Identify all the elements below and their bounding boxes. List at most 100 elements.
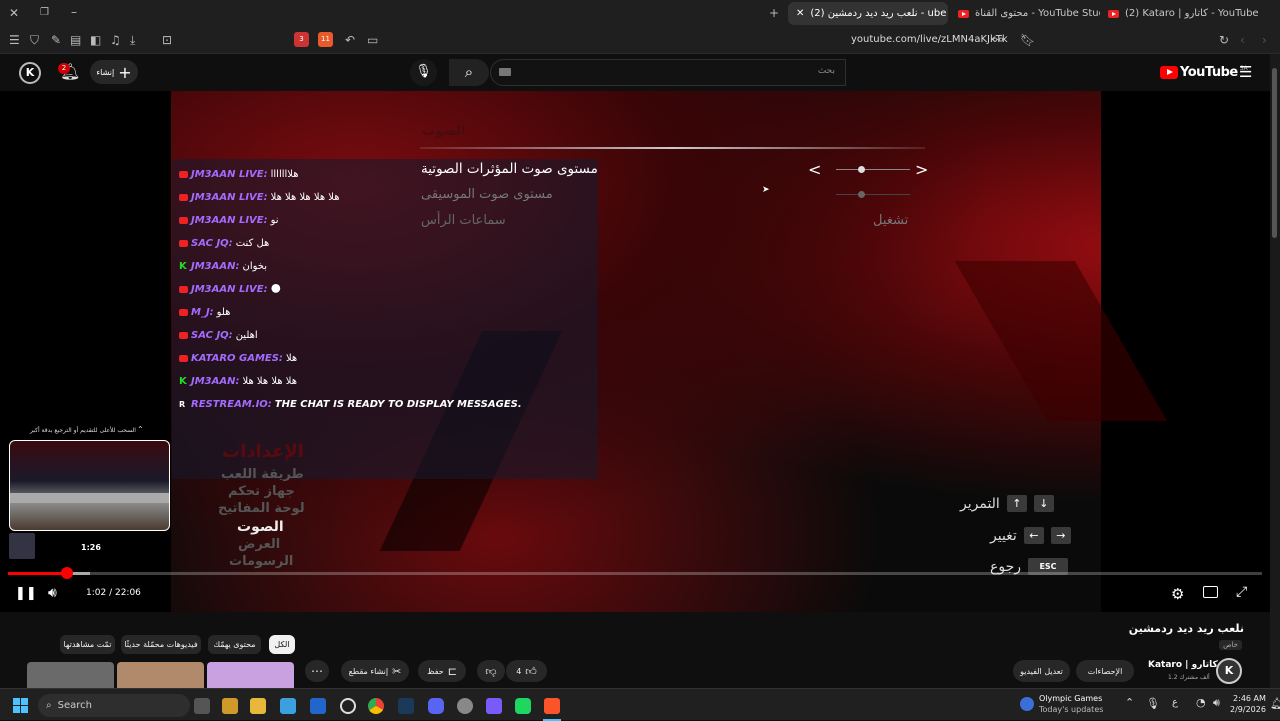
app-icon[interactable] [457, 698, 473, 714]
screenshot-icon[interactable]: ⊡ [162, 33, 172, 47]
shield-icon[interactable]: ⛉ [30, 33, 39, 47]
chat-text: هلا هلا هلا هلا هلا [270, 192, 340, 203]
chip-all[interactable]: الكل [269, 635, 295, 654]
hamburger-menu-icon[interactable]: ☰ [1239, 63, 1252, 81]
steam-icon[interactable] [398, 698, 414, 714]
chrome-icon[interactable] [368, 698, 384, 714]
key-up-icon: ↑ [1006, 495, 1027, 512]
dislike-button[interactable]: 👎︎ [477, 660, 505, 682]
key-left-icon: ← [1023, 527, 1044, 544]
analytics-button[interactable]: الإحصاءات [1076, 660, 1134, 682]
file-explorer-icon[interactable] [222, 698, 238, 714]
tab-youtube-studio[interactable]: محتوى القناة - YouTube Studio [950, 2, 1100, 25]
brave-browser-icon[interactable] [544, 698, 560, 714]
more-actions-button[interactable]: ⋯ [305, 660, 329, 682]
related-video-thumbnail[interactable] [117, 662, 204, 688]
youtube-logo[interactable]: YouTube SA [1160, 65, 1248, 80]
tray-chevron-up-icon[interactable]: ⌃ [1125, 696, 1134, 709]
brave-shield-badge[interactable]: 11 [318, 32, 333, 47]
clock-date: 2/9/2026 [1230, 705, 1266, 714]
taskbar-search-box[interactable]: ⌕ Search [38, 694, 190, 717]
chevron-up-icon: ⌃ [137, 425, 144, 434]
chat-text: THE CHAT IS READY TO DISPLAY MESSAGES. [274, 399, 522, 410]
close-window-icon[interactable]: ✕ [9, 6, 19, 20]
tab-youtube-channel[interactable]: (2) Kataro | كاتارو - YouTube [1100, 2, 1270, 25]
volume-icon[interactable]: 🔊︎ [48, 585, 57, 601]
chip-watched[interactable]: تمّت مشاهدتها [60, 635, 115, 654]
search-box[interactable]: بحث [490, 59, 846, 86]
clip-button[interactable]: إنشاء مقطع ✂ [341, 660, 409, 682]
tab-current-video[interactable]: ✕ (2) نلعب ريد ديد ردمشين - ube [788, 2, 948, 25]
theater-mode-icon[interactable] [1203, 586, 1218, 598]
task-view-icon[interactable] [194, 698, 210, 714]
wifi-icon[interactable]: ◔ [1196, 696, 1206, 709]
app-green-icon[interactable] [515, 698, 531, 714]
url-text[interactable]: youtube.com/live/zLMN4aKJkTk [851, 34, 1008, 45]
progress-bar[interactable] [8, 567, 1262, 579]
headphones-option: سماعات الرأس [421, 213, 506, 228]
news-widget[interactable]: Olympic Games Today's updates [1020, 693, 1103, 715]
bookmark-icon[interactable]: 🔖︎ [1020, 33, 1035, 47]
channel-avatar[interactable]: K [1216, 658, 1242, 684]
create-button[interactable]: إنشاء + [90, 60, 138, 84]
back-icon[interactable]: ‹ [1240, 33, 1245, 47]
fullscreen-icon[interactable]: ⤢ [1236, 584, 1247, 600]
thumbs-up-icon: 👍︎ [525, 664, 537, 678]
music-volume-slider [836, 194, 910, 195]
discord-icon[interactable] [428, 698, 444, 714]
scrubber-knob[interactable] [60, 567, 73, 579]
restore-window-icon[interactable]: ❐ [40, 6, 49, 20]
news-subtitle: Today's updates [1039, 705, 1104, 714]
related-video-thumbnail[interactable] [27, 662, 114, 688]
extension-badge-a[interactable]: 3 [294, 32, 309, 47]
avatar[interactable]: K [19, 62, 41, 84]
scrollbar-thumb[interactable] [1272, 68, 1277, 238]
new-tab-icon[interactable]: + [769, 6, 779, 20]
clock[interactable]: 2:46 AM 2/9/2026 [1230, 693, 1266, 715]
outlook-icon[interactable] [310, 698, 326, 714]
reload-icon[interactable]: ↻ [1219, 33, 1229, 47]
close-tab-icon[interactable]: ✕ [796, 8, 804, 19]
speaker-icon[interactable]: 🔊︎ [1213, 696, 1220, 710]
edit-video-button[interactable]: تعديل الفيديو [1013, 660, 1070, 682]
chat-text: هلااااااا [270, 169, 299, 180]
reader-icon[interactable]: ▤ [70, 33, 81, 47]
chip-recently-uploaded[interactable]: فيديوهات محمّلة حديثًا [121, 635, 201, 654]
chip-for-you[interactable]: محتوى يهمّك [208, 635, 261, 654]
slider-left-arrow-icon: < [808, 160, 822, 179]
download-icon[interactable]: ⤓ [130, 33, 135, 47]
minimize-window-icon[interactable]: – [71, 5, 77, 19]
microphone-icon[interactable]: 🎙︎ [1146, 697, 1160, 710]
obs-icon[interactable] [340, 698, 356, 714]
like-button[interactable]: 4 👍︎ [506, 660, 547, 682]
music-icon[interactable]: ♫ [110, 33, 121, 47]
like-count: 4 [516, 666, 522, 676]
store-icon[interactable] [280, 698, 296, 714]
notification-bell-icon[interactable]: 🔔︎ [1270, 697, 1280, 710]
search-button[interactable]: ⌕ [449, 59, 489, 86]
menu-icon[interactable]: ☰ [9, 33, 20, 47]
keyboard-icon[interactable] [499, 68, 511, 76]
channel-name[interactable]: Kataro | كاتارو [1148, 660, 1218, 670]
save-button[interactable]: حفظ ⊏ [418, 660, 466, 682]
sidebar-icon[interactable]: ◧ [90, 33, 101, 47]
start-windows-icon[interactable] [13, 698, 28, 713]
back-arrow-icon[interactable]: ↶ [345, 33, 355, 47]
pen-icon[interactable]: ✎ [51, 33, 61, 47]
video-player[interactable]: الصوت مستوى صوت المؤثرات الصوتية مستوى ص… [0, 91, 1270, 612]
scissors-icon: ✂ [392, 664, 402, 678]
page-scrollbar[interactable] [1270, 54, 1280, 688]
forward-icon[interactable]: › [1262, 33, 1267, 47]
controller-icon[interactable] [486, 698, 502, 714]
tune-icon[interactable]: ⚯ [993, 33, 1003, 47]
browser-toolbar: ☰ ⛉ ✎ ▤ ◧ ♫ ⤓ ⊡ 3 11 ↶ ▭ youtube.com/liv… [0, 27, 1280, 54]
slider-right-arrow-icon: > [915, 160, 929, 179]
settings-gear-icon[interactable]: ⚙ [1171, 585, 1184, 603]
voice-search-mic-icon[interactable]: 🎙︎ [410, 59, 437, 86]
pause-icon[interactable]: ❚❚ [15, 586, 37, 601]
input-language[interactable]: ع [1172, 697, 1178, 708]
tab-share-icon[interactable]: ▭ [367, 33, 378, 47]
chip-label: محتوى يهمّك [213, 640, 256, 649]
related-video-thumbnail[interactable] [207, 662, 294, 688]
folder-icon[interactable] [250, 698, 266, 714]
